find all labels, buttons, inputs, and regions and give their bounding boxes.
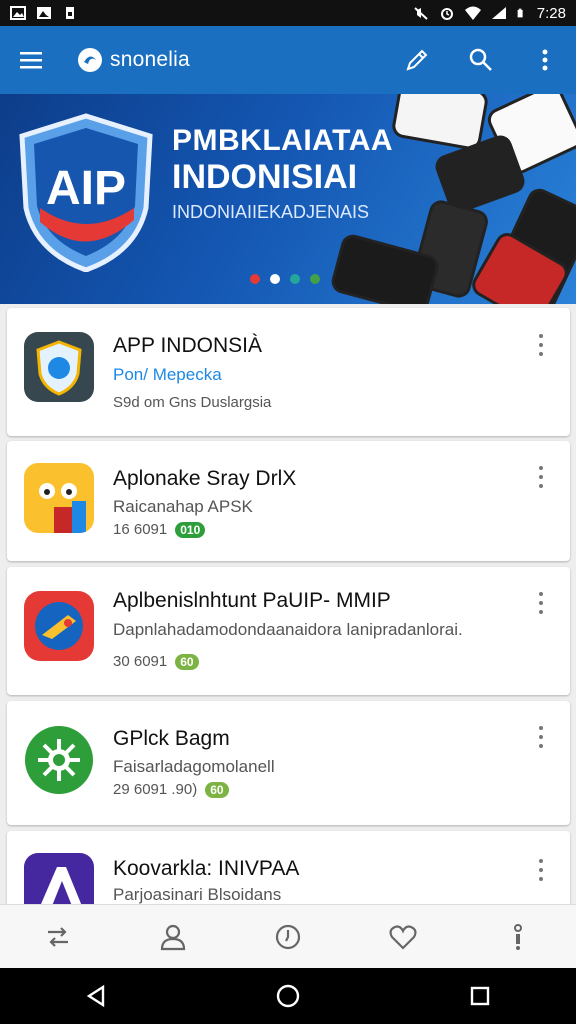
info-icon[interactable] — [498, 917, 538, 957]
person-icon[interactable] — [153, 917, 193, 957]
search-icon[interactable] — [466, 45, 496, 75]
carousel-dot[interactable] — [250, 274, 260, 284]
app-title: Aplonake Sray DrlX — [113, 467, 297, 490]
app-meta: S9d om Gns Duslargsia — [113, 394, 271, 411]
carousel-dot[interactable] — [290, 274, 300, 284]
heart-icon[interactable] — [383, 917, 423, 957]
app-subtitle: Pon/ Mepecka — [113, 365, 222, 384]
carousel-dot[interactable] — [310, 274, 320, 284]
app-card[interactable]: GPlck Bagm Faisarladagomolanell 29 6091 … — [7, 701, 570, 825]
banner-line-3: INDONIAIIEKADJENAIS — [172, 202, 370, 222]
app-meta-text: S9d om Gns Duslargsia — [113, 394, 272, 411]
app-subtitle: Dapnlahadamodondaanaidora lanipradanlora… — [113, 620, 463, 639]
shield-text: AIP — [46, 162, 126, 215]
app-subtitle: Raicanahap APSK — [113, 497, 253, 516]
banner-line-1: PMBKLAIATAA — [172, 124, 394, 157]
image-icon — [10, 6, 26, 20]
app-title: Koovarkla: INIVPAA — [113, 857, 300, 880]
alarm-icon — [440, 8, 453, 20]
rating-badge: 010 — [175, 521, 206, 538]
more-vert-icon[interactable] — [534, 334, 548, 356]
more-vert-icon[interactable] — [534, 726, 548, 748]
battery-icon — [517, 8, 523, 18]
rating-badge: 60 — [205, 781, 229, 798]
more-vert-icon[interactable] — [530, 45, 560, 75]
carousel-dots — [250, 274, 320, 284]
app-subtitle: Parjoasinari Blsoidans — [113, 885, 282, 904]
app-virus-icon — [24, 725, 94, 795]
app-card[interactable]: APP INDONSIÀ Pon/ Mepecka S9d om Gns Dus… — [7, 308, 570, 436]
more-vert-icon[interactable] — [534, 592, 548, 614]
menu-icon[interactable] — [16, 45, 46, 75]
app-meta: 16 6091 010 — [113, 521, 206, 538]
app-title: APP INDONSIÀ — [113, 334, 262, 357]
app-meta-text: 16 6091 — [113, 521, 168, 538]
app-card[interactable]: Aplbenislnhtunt PaUIP- MMIP Dapnlahadamo… — [7, 567, 570, 695]
more-vert-icon[interactable] — [534, 466, 548, 488]
more-vert-icon[interactable] — [534, 859, 548, 881]
carousel-dot[interactable] — [270, 274, 280, 284]
edit-icon[interactable] — [402, 45, 432, 75]
banner-line-2: INDONISIAI — [172, 158, 358, 196]
app-rocket-icon — [24, 591, 94, 661]
app-shield-icon — [24, 332, 94, 402]
app-meta: 29 6091 .90) 60 — [113, 781, 229, 798]
sim-icon — [66, 7, 74, 19]
app-title: snonelia — [110, 48, 190, 71]
history-icon[interactable] — [268, 917, 308, 957]
rating-badge: 60 — [175, 653, 199, 670]
swap-icon[interactable] — [38, 917, 78, 957]
recents-icon[interactable] — [460, 976, 500, 1016]
app-title: Aplbenislnhtunt PaUIP- MMIP — [113, 589, 391, 612]
no-sound-icon — [414, 7, 428, 20]
app-card[interactable]: Aplonake Sray DrlX Raicanahap APSK 16 60… — [7, 441, 570, 561]
signal-icon — [491, 7, 506, 19]
status-bar: 7:28 — [0, 0, 576, 26]
app-meta-text: 29 6091 .90) — [113, 781, 198, 798]
status-time: 7:28 — [536, 4, 566, 22]
home-icon[interactable] — [268, 976, 308, 1016]
photo-icon — [37, 7, 51, 19]
app-meta-text: 30 6091 — [113, 653, 168, 670]
system-navigation-bar — [0, 968, 576, 1024]
app-emoji-icon — [24, 463, 94, 533]
app-bar: snonelia — [0, 26, 576, 94]
shield-badge-icon: AIP — [19, 113, 153, 272]
bottom-navigation — [0, 904, 576, 968]
promo-banner[interactable]: AIP PMBKLAIATAA INDONISIAI INDONIAIIEKAD… — [0, 94, 576, 304]
back-icon[interactable] — [76, 976, 116, 1016]
app-title: GPlck Bagm — [113, 727, 230, 750]
wifi-icon — [464, 6, 481, 20]
logo-icon — [78, 48, 102, 72]
app-subtitle: Faisarladagomolanell — [113, 757, 275, 776]
app-meta: 30 6091 60 — [113, 653, 199, 670]
